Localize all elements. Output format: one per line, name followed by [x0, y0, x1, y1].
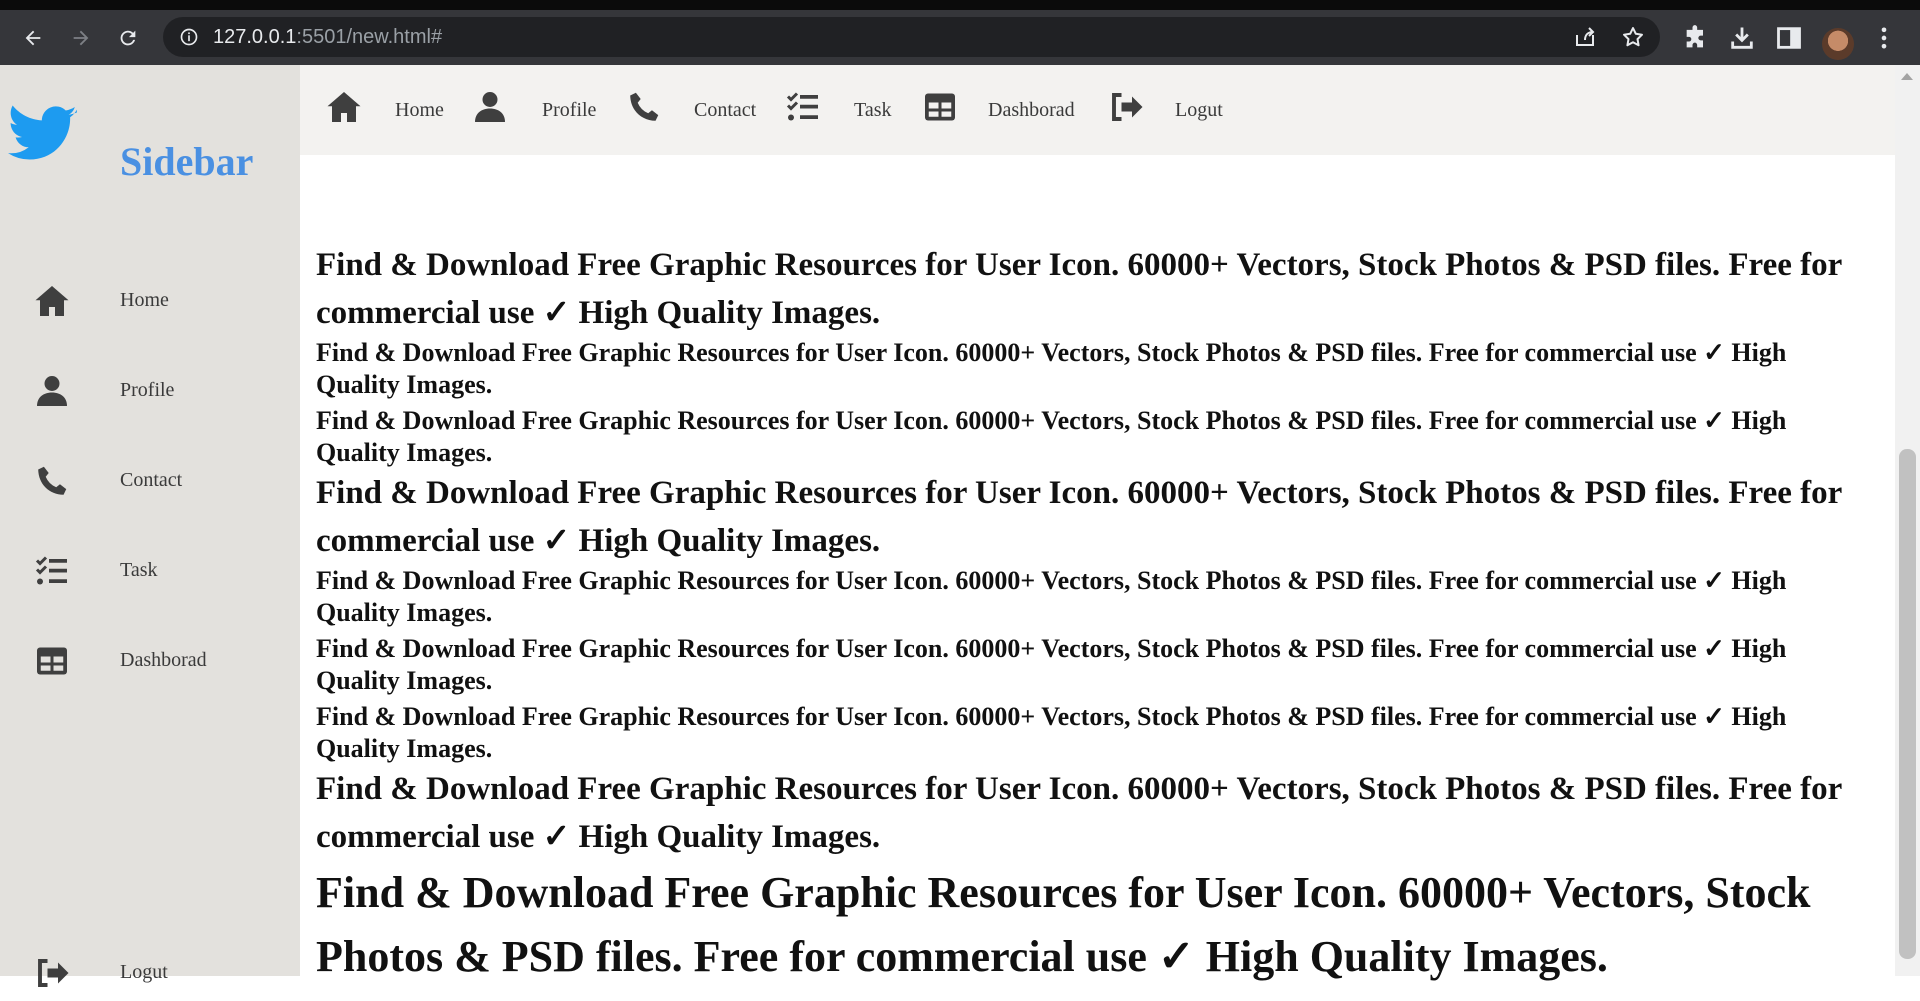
topnav-item-logout[interactable]: Logut: [1108, 83, 1238, 131]
dashboard-table-icon: [37, 647, 67, 675]
top-navbar: Home Profile Contact Task Dashborad Logu…: [300, 65, 1895, 155]
share-icon[interactable]: [1573, 25, 1597, 49]
sidebar-item-task[interactable]: Task: [0, 539, 300, 599]
home-icon: [35, 286, 69, 316]
web-page: Sidebar Home Profile Contact Task Dashbo…: [0, 65, 1920, 987]
task-list-icon: [35, 556, 67, 585]
download-icon[interactable]: [1728, 24, 1756, 52]
arrow-right-icon: [73, 30, 89, 46]
content-heading: Find & Download Free Graphic Resources f…: [316, 771, 1842, 855]
scroll-up-arrow-icon[interactable]: [1901, 73, 1913, 80]
sidebar-item-label: Contact: [120, 469, 183, 491]
sidebar-item-profile[interactable]: Profile: [0, 359, 300, 419]
info-icon[interactable]: [179, 27, 199, 47]
content-heading: Find & Download Free Graphic Resources f…: [316, 634, 1787, 695]
address-bar[interactable]: 127.0.0.1:5501/new.html#: [163, 17, 1660, 57]
topnav-item-profile[interactable]: Profile: [472, 83, 602, 131]
sidebar-item-label: Task: [120, 559, 158, 581]
sidebar-item-contact[interactable]: Contact: [0, 449, 300, 509]
sidebar-item-label: Logut: [120, 961, 168, 983]
scrollbar-thumb[interactable]: [1899, 449, 1916, 959]
content-heading: Find & Download Free Graphic Resources f…: [316, 566, 1787, 627]
topnav-item-task[interactable]: Task: [785, 83, 905, 131]
topnav-item-contact[interactable]: Contact: [626, 83, 766, 131]
side-panel-icon[interactable]: [1775, 24, 1803, 52]
content-heading: Find & Download Free Graphic Resources f…: [316, 868, 1811, 981]
browser-toolbar: 127.0.0.1:5501/new.html#: [0, 10, 1920, 65]
topnav-item-label: Logut: [1175, 99, 1223, 121]
topnav-item-label: Task: [854, 99, 892, 121]
browser-tab-strip: [0, 0, 1920, 10]
more-menu-icon[interactable]: [1870, 24, 1898, 52]
back-button[interactable]: [15, 20, 51, 56]
topnav-item-label: Contact: [694, 99, 757, 121]
content-heading: Find & Download Free Graphic Resources f…: [316, 475, 1842, 559]
content-heading: Find & Download Free Graphic Resources f…: [316, 247, 1842, 331]
sidebar-item-label: Home: [120, 289, 169, 311]
main-content: Find & Download Free Graphic Resources f…: [316, 241, 1876, 989]
content-heading: Find & Download Free Graphic Resources f…: [316, 406, 1787, 467]
home-icon: [327, 92, 361, 122]
phone-icon: [38, 466, 67, 495]
sidebar-item-logout[interactable]: Logut: [0, 941, 300, 1001]
extensions-icon[interactable]: [1682, 24, 1710, 52]
arrow-left-icon: [25, 30, 41, 46]
task-list-icon: [786, 92, 818, 121]
logout-icon: [1112, 93, 1143, 121]
url-text[interactable]: 127.0.0.1:5501/new.html#: [213, 26, 442, 49]
url-path: :5501/new.html#: [296, 26, 443, 48]
twitter-bird-icon: [8, 105, 77, 160]
sidebar-item-label: Profile: [120, 379, 175, 401]
topnav-item-label: Profile: [542, 99, 597, 121]
phone-icon: [630, 92, 659, 121]
sidebar-brand-title: Sidebar: [120, 139, 254, 184]
logout-icon: [38, 959, 69, 987]
profile-avatar[interactable]: [1822, 28, 1854, 60]
forward-button[interactable]: [63, 20, 99, 56]
topnav-item-label: Dashborad: [988, 99, 1075, 121]
user-icon: [475, 92, 505, 122]
sidebar-item-home[interactable]: Home: [0, 269, 300, 329]
sidebar-item-dashboard[interactable]: Dashborad: [0, 629, 300, 689]
content-heading: Find & Download Free Graphic Resources f…: [316, 702, 1787, 763]
bookmark-star-icon[interactable]: [1621, 25, 1645, 49]
dashboard-table-icon: [925, 93, 955, 121]
topnav-item-dashboard[interactable]: Dashborad: [922, 83, 1092, 131]
user-icon: [37, 376, 67, 406]
reload-icon: [120, 30, 136, 46]
topnav-item-label: Home: [395, 99, 444, 121]
topnav-item-home[interactable]: Home: [326, 83, 446, 131]
content-heading: Find & Download Free Graphic Resources f…: [316, 338, 1787, 399]
reload-button[interactable]: [110, 20, 146, 56]
sidebar-item-label: Dashborad: [120, 649, 207, 671]
sidebar: Sidebar Home Profile Contact Task Dashbo…: [0, 65, 300, 987]
url-host: 127.0.0.1: [213, 26, 297, 48]
